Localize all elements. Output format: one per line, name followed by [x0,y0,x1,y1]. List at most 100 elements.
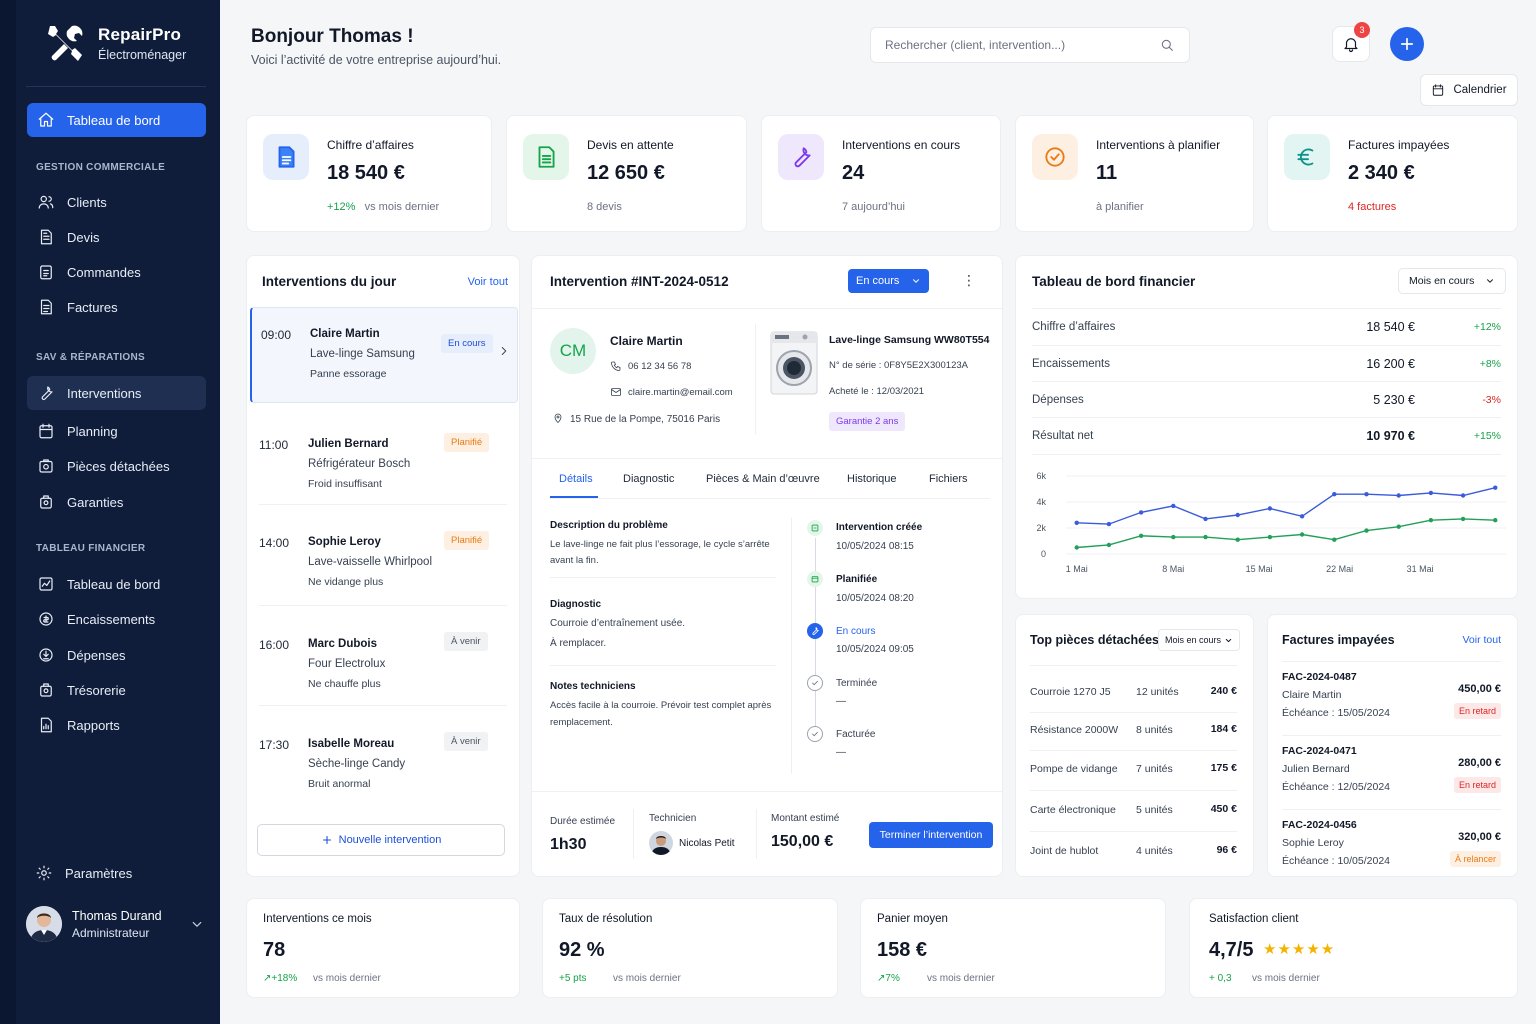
part-row[interactable]: Pompe de vidange 7 unités 175 € [1030,749,1237,789]
kpi-card-quotes[interactable]: Devis en attente 12 650 € 8 devis [506,115,747,232]
users-icon [37,193,55,211]
diagnostic-action: À remplacer. [550,638,607,649]
page-title: Bonjour Thomas ! [251,26,414,47]
chevron-right-icon [497,344,511,358]
kpi-card-interventions[interactable]: Interventions en cours 24 7 aujourd’hui [761,115,1001,232]
nav-factures[interactable]: Factures [27,290,206,324]
y-tick-label: 4k [1036,497,1046,507]
nav-label: Tableau de bord [67,576,161,592]
nav-planning[interactable]: Planning [27,414,206,448]
intervention-item[interactable]: 14:00 Sophie Leroy Lave-vaisselle Whirlp… [247,514,519,610]
part-qty: 5 unités [1136,804,1173,816]
row-value: 16 200 € [1366,357,1415,371]
brand[interactable]: RepairPro Électroménager [42,20,186,66]
data-point [1106,542,1112,548]
stat-value: 78 [263,939,286,961]
finish-intervention-button[interactable]: Terminer l’intervention [869,822,993,848]
data-point [1364,492,1369,497]
invoice-row[interactable]: FAC-2024-0471 Julien Bernard Échéance : … [1282,745,1501,817]
row-delta: +12% [1473,321,1501,333]
invoice-id: FAC-2024-0471 [1282,745,1357,757]
kpi-card-unpaid[interactable]: Factures impayées 2 340 € 4 factures [1267,115,1518,232]
stat-delta: + 0,3 [1209,973,1232,984]
nav-interventions[interactable]: Interventions [27,376,206,410]
nav-devis[interactable]: Devis [27,220,206,254]
client-phone[interactable]: 06 12 34 56 78 [628,361,691,372]
client-email[interactable]: claire.martin@email.com [628,387,733,398]
part-row[interactable]: Carte électronique 5 unités 450 € [1030,790,1237,830]
intervention-item[interactable]: 11:00 Julien Bernard Réfrigérateur Bosch… [247,416,519,512]
nav-encaissements[interactable]: Encaissements [27,602,206,636]
calendar-button[interactable]: Calendrier [1420,74,1518,106]
iv-time: 17:30 [259,738,290,752]
kpi-card-to-plan[interactable]: Interventions à planifier 11 à planifier [1015,115,1254,232]
duration-label: Durée estimée [550,816,616,827]
iv-client: Marc Dubois [308,638,378,650]
today-interventions-card: Interventions du jour Voir tout 09:00 Cl… [246,255,520,877]
nav-settings[interactable]: Paramètres [25,856,204,890]
kpi-value: 12 650 € [587,162,665,184]
user-menu[interactable]: Thomas Durand Administrateur [26,904,206,944]
nav-rapports[interactable]: Rapports [27,708,206,742]
finance-line-chart: 0 2k 4k 6k 1 Mai 8 Mai 15 Mai 22 Mai 31 Mai [1036,471,1506,574]
card-title: Interventions du jour [262,274,397,289]
data-point [1171,503,1176,509]
location-pin-icon [552,412,564,424]
tab-diagnostic[interactable]: Diagnostic [623,473,674,485]
nav-clients[interactable]: Clients [27,185,206,219]
nav-tresorerie[interactable]: Trésorerie [27,673,206,707]
nav-depenses[interactable]: Dépenses [27,638,206,672]
stat-label: Taux de résolution [559,913,653,925]
tab-details[interactable]: Détails [559,473,593,485]
part-row[interactable]: Courroie 1270 J5 12 unités 240 € [1030,672,1237,712]
invoice-row[interactable]: FAC-2024-0487 Claire Martin Échéance : 1… [1282,671,1501,743]
part-qty: 12 unités [1136,686,1179,698]
part-amount: 450 € [1210,803,1237,815]
search-input[interactable] [885,38,1145,52]
new-intervention-button[interactable]: Nouvelle intervention [257,824,505,856]
nav-pieces[interactable]: Pièces détachées [27,449,206,483]
status-dropdown[interactable]: En cours [848,269,929,293]
see-all-link[interactable]: Voir tout [1462,634,1501,646]
row-label: Dépenses [1032,394,1084,406]
kpi-delta: +12% [327,201,356,213]
finance-row: Dépenses 5 230 € -3% [1032,382,1501,418]
data-point [1074,545,1079,550]
see-all-link[interactable]: Voir tout [468,276,508,288]
timeline-pending-icon [807,726,823,742]
period-dropdown[interactable]: Mois en cours [1158,629,1240,651]
intervention-item[interactable]: 09:00 Claire Martin Lave-linge Samsung P… [250,307,518,403]
part-row[interactable]: Joint de hublot 4 unités 96 € [1030,831,1237,871]
part-qty: 7 unités [1136,763,1173,775]
amount-value: 150,00 € [771,833,834,850]
kpi-value: 18 540 € [327,162,405,184]
stat-card-average-basket: Panier moyen 158 € ↗7% vs mois dernier [860,898,1166,998]
x-tick-label: 15 Mai [1246,564,1273,574]
iv-issue: Ne vidange plus [308,576,384,588]
nav-garanties[interactable]: Garanties [27,485,206,519]
nav-commandes[interactable]: Commandes [27,255,206,289]
part-row[interactable]: Résistance 2000W 8 unités 184 € [1030,710,1237,750]
invoice-client: Julien Bernard [1282,763,1350,775]
technician-label: Technicien [649,813,697,824]
period-label: Mois en cours [1409,275,1475,287]
nav-dashboard[interactable]: Tableau de bord [27,103,206,137]
tab-files[interactable]: Fichiers [929,473,968,485]
period-dropdown[interactable]: Mois en cours [1398,268,1506,294]
nav-fin-dashboard[interactable]: Tableau de bord [27,567,206,601]
row-delta: +15% [1473,430,1501,442]
tab-parts-labor[interactable]: Pièces & Main d’œuvre [706,473,820,485]
intervention-item[interactable]: 16:00 Marc Dubois Four Electrolux Ne cha… [247,616,519,712]
part-name: Carte électronique [1030,804,1116,816]
iv-issue: Bruit anormal [308,778,371,790]
part-qty: 4 unités [1136,845,1173,857]
kpi-card-revenue[interactable]: Chiffre d’affaires 18 540 € +12% vs mois… [246,115,492,232]
data-point [1428,518,1434,523]
invoice-row[interactable]: FAC-2024-0456 Sophie Leroy Échéance : 10… [1282,819,1501,891]
add-button[interactable] [1390,27,1424,61]
search-icon[interactable] [1159,37,1175,53]
intervention-item[interactable]: 17:30 Isabelle Moreau Sèche-linge Candy … [247,716,519,812]
tab-history[interactable]: Historique [847,473,897,485]
row-value: 18 540 € [1366,320,1415,334]
more-options-icon[interactable]: ⋮ [962,273,976,287]
